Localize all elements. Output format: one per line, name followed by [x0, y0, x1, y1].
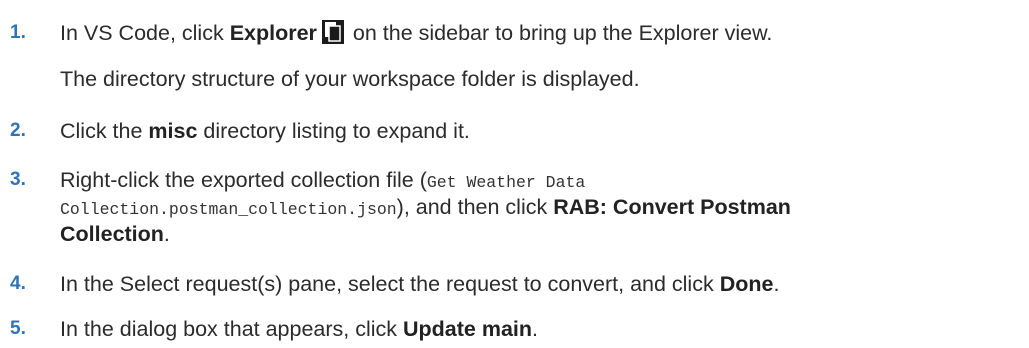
misc-label: misc	[148, 119, 198, 143]
explorer-label: Explorer	[229, 21, 317, 45]
step-number: 4.	[10, 273, 26, 294]
step-number: 5.	[10, 318, 26, 339]
step-number: 2.	[10, 120, 26, 141]
procedure-steps: 1. In VS Code, click Explorer on the sid…	[0, 0, 1029, 348]
step-2-text: Click the misc directory listing to expa…	[60, 119, 470, 143]
rab-convert-label-cont: Collection	[60, 222, 164, 246]
step-number: 1.	[10, 22, 26, 43]
step-number: 3.	[10, 169, 26, 190]
file-name-code: Collection.postman_collection.json	[60, 200, 397, 219]
rab-convert-label: RAB: Convert Postman	[553, 195, 791, 219]
update-main-label: Update main	[403, 317, 533, 341]
step-1-text: In VS Code, click Explorer on the sideba…	[60, 20, 773, 45]
step-3-text-line3: Collection.	[60, 222, 170, 246]
explorer-icon	[321, 20, 344, 44]
step-1-result: The directory structure of your workspac…	[60, 67, 640, 91]
step-4-text: In the Select request(s) pane, select th…	[60, 272, 780, 296]
step-5-text: In the dialog box that appears, click Up…	[60, 317, 539, 341]
file-name-code: Get Weather Data	[426, 173, 586, 192]
done-label: Done	[719, 272, 774, 296]
